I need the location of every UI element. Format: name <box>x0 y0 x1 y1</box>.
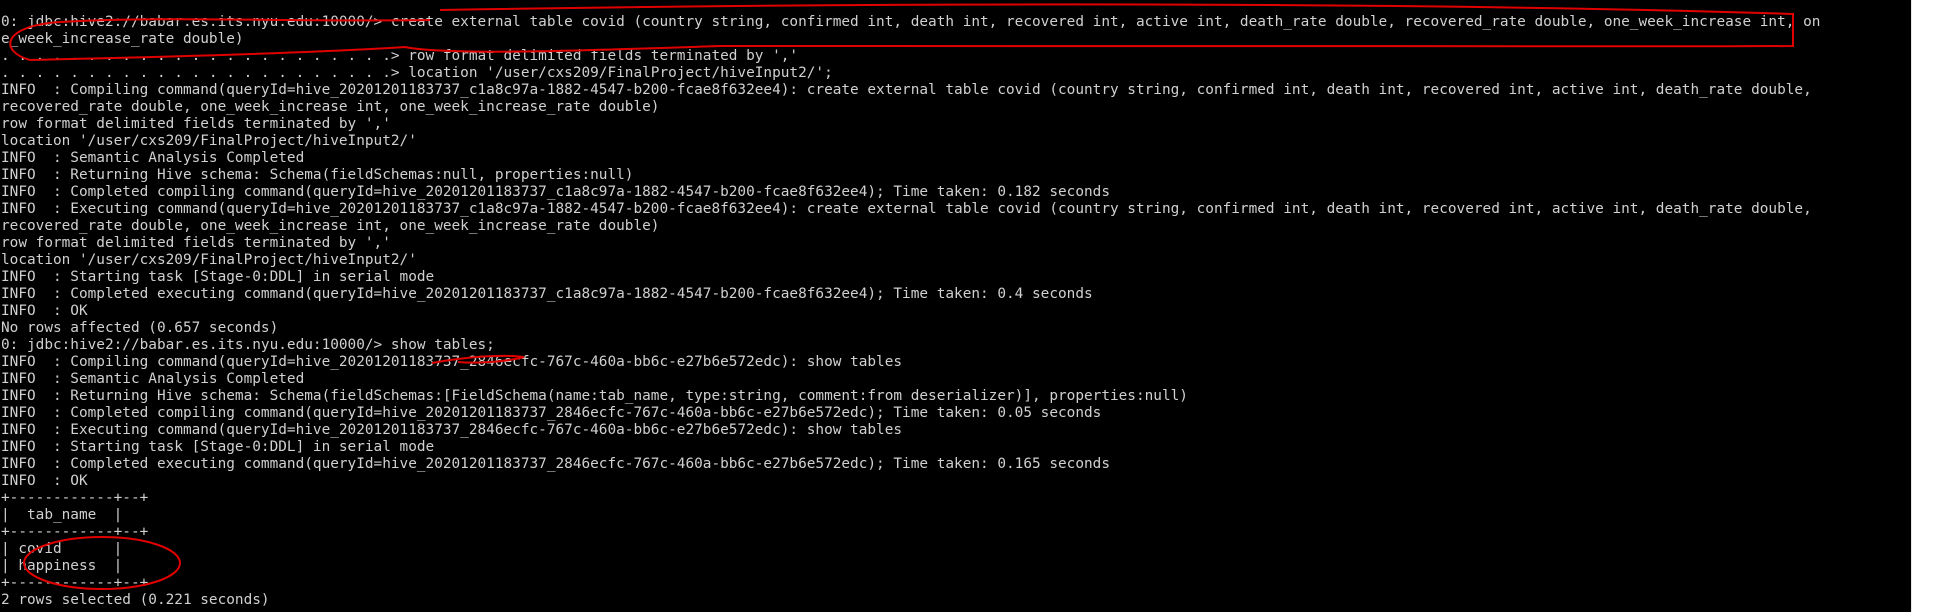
terminal-line: INFO : OK <box>1 473 88 489</box>
terminal-line: 0: jdbc:hive2://babar.es.its.nyu.edu:100… <box>1 14 1821 30</box>
terminal-line: row format delimited fields terminated b… <box>1 116 391 132</box>
terminal-line: INFO : Completed executing command(query… <box>1 286 1093 302</box>
terminal-line: location '/user/cxs209/FinalProject/hive… <box>1 133 417 149</box>
terminal-line: | happiness | <box>1 558 123 574</box>
terminal-line: INFO : Semantic Analysis Completed <box>1 150 305 166</box>
terminal-line: | tab_name | <box>1 507 123 523</box>
terminal-line: No rows affected (0.657 seconds) <box>1 320 279 336</box>
terminal-line: recovered_rate double, one_week_increase… <box>1 99 660 115</box>
window-edge <box>1911 0 1944 612</box>
terminal-line: INFO : OK <box>1 303 88 319</box>
terminal-line: 2 rows selected (0.221 seconds) <box>1 592 270 608</box>
terminal-line: INFO : Returning Hive schema: Schema(fie… <box>1 388 1188 404</box>
terminal-line: INFO : Starting task [Stage-0:DDL] in se… <box>1 439 435 455</box>
terminal-line: INFO : Completed compiling command(query… <box>1 184 1110 200</box>
terminal-line: | covid | <box>1 541 123 557</box>
terminal-line: . . . . . . . . . . . . . . . . . . . . … <box>1 48 799 64</box>
terminal-line: INFO : Executing command(queryId=hive_20… <box>1 201 1812 217</box>
terminal-line: recovered_rate double, one_week_increase… <box>1 218 660 234</box>
terminal-line: INFO : Returning Hive schema: Schema(fie… <box>1 167 634 183</box>
terminal-line: INFO : Compiling command(queryId=hive_20… <box>1 354 903 370</box>
terminal-line: INFO : Completed compiling command(query… <box>1 405 1102 421</box>
terminal-line: . . . . . . . . . . . . . . . . . . . . … <box>1 65 833 81</box>
terminal-line: INFO : Starting task [Stage-0:DDL] in se… <box>1 269 435 285</box>
terminal-line: +------------+--+ <box>1 490 149 506</box>
terminal-line: INFO : Executing command(queryId=hive_20… <box>1 422 903 438</box>
terminal-line: INFO : Semantic Analysis Completed <box>1 371 305 387</box>
terminal-line: INFO : Compiling command(queryId=hive_20… <box>1 82 1812 98</box>
terminal-line: INFO : Completed executing command(query… <box>1 456 1110 472</box>
terminal-window[interactable]: 0: jdbc:hive2://babar.es.its.nyu.edu:100… <box>0 0 1911 612</box>
terminal-line: +------------+--+ <box>1 524 149 540</box>
terminal-line: +------------+--+ <box>1 575 149 591</box>
terminal-line: e_week_increase_rate double) <box>1 31 244 47</box>
terminal-line: 0: jdbc:hive2://babar.es.its.nyu.edu:100… <box>1 337 495 353</box>
terminal-line: row format delimited fields terminated b… <box>1 235 391 251</box>
terminal-line: location '/user/cxs209/FinalProject/hive… <box>1 252 417 268</box>
